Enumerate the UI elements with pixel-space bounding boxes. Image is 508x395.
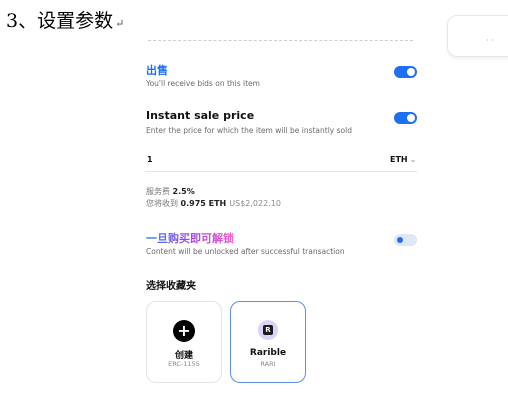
create-collection-card[interactable]: + 创建 ERC-1155: [146, 301, 222, 383]
collection-name: Rarible: [249, 348, 287, 358]
more-icon: · ·: [486, 36, 494, 45]
currency-select[interactable]: ETH ⌄: [390, 155, 416, 164]
collection-standard: ERC-1155: [168, 360, 200, 368]
put-on-sale-toggle[interactable]: [394, 66, 417, 78]
instant-sale-toggle[interactable]: [394, 112, 417, 124]
service-fee-value: 2.5%: [172, 187, 195, 196]
price-input-underline: [145, 171, 417, 172]
collection-label: 选择收藏夹: [146, 281, 196, 292]
collection-standard: RARI: [260, 360, 276, 368]
side-panel-card: · ·: [447, 15, 508, 57]
return-mark: ↵: [115, 17, 125, 30]
toggle-knob: [397, 237, 403, 243]
unlock-description: Content will be unlocked after successfu…: [146, 247, 345, 256]
plus-icon: +: [173, 320, 195, 342]
service-fee-label: 服务费: [146, 187, 170, 196]
rarible-collection-card[interactable]: R Rarible RARI: [230, 301, 306, 383]
service-fee-line: 服务费 2.5%: [146, 186, 195, 197]
top-divider: [148, 40, 413, 41]
instant-sale-title: Instant sale price: [146, 109, 255, 122]
unlock-title: 一旦购买即可解锁: [146, 232, 234, 245]
toggle-knob: [407, 114, 415, 122]
receive-value: 0.975 ETH: [180, 199, 227, 208]
instant-sale-description: Enter the price for which the item will …: [146, 126, 352, 135]
chevron-down-icon: ⌄: [409, 155, 417, 164]
receive-usd: US$2,022.10: [229, 199, 281, 208]
price-input[interactable]: 1: [147, 155, 153, 164]
put-on-sale-title: 出售: [146, 64, 168, 77]
rarible-logo-icon: R: [258, 320, 278, 340]
receive-label: 您将收到: [146, 199, 178, 208]
step-heading: 3、设置参数 ↵: [6, 6, 124, 33]
unlock-toggle[interactable]: [394, 234, 417, 246]
receive-line: 您将收到 0.975 ETH US$2,022.10: [146, 198, 281, 209]
step-heading-text: 3、设置参数: [6, 10, 114, 32]
put-on-sale-description: You'll receive bids on this item: [146, 79, 260, 88]
currency-label: ETH: [390, 155, 408, 164]
toggle-knob: [407, 68, 415, 76]
